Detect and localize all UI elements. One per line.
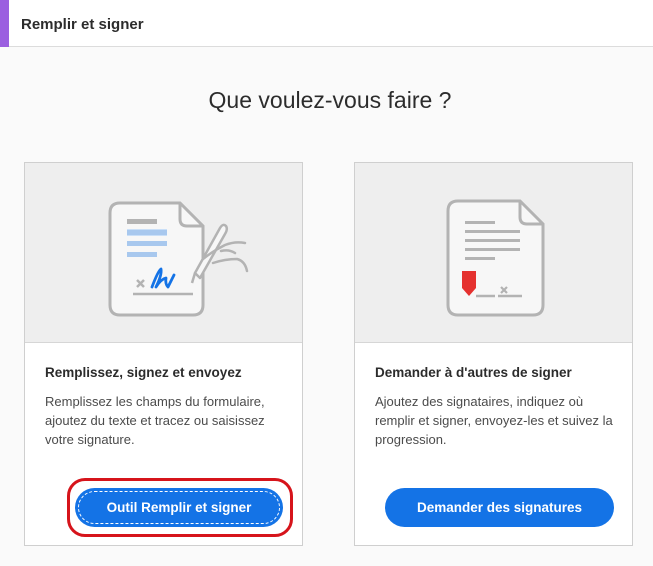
fill-sign-document-icon [108,201,249,317]
header-accent-bar [0,0,9,47]
request-signatures-title: Demander à d'autres de signer [375,365,572,380]
panel-title: Remplir et signer [21,16,144,33]
request-signatures-button[interactable]: Demander des signatures [385,488,614,527]
panel-header: Remplir et signer [0,0,653,47]
fill-sign-tool-button-label: Outil Remplir et signer [106,500,252,515]
request-signatures-description: Ajoutez des signataires, indiquez où rem… [375,394,613,447]
fill-sign-description: Remplissez les champs du formulaire, ajo… [45,394,265,447]
fill-sign-tool-button[interactable]: Outil Remplir et signer [75,488,283,527]
fill-sign-title: Remplissez, signez et envoyez [45,365,242,380]
request-signatures-document-icon [446,199,545,317]
request-signatures-illustration [355,163,632,343]
request-signatures-card: Demander à d'autres de signer Ajoutez de… [354,162,633,546]
page-question: Que voulez-vous faire ? [208,87,452,113]
fill-sign-card: Remplissez, signez et envoyez Remplissez… [24,162,303,546]
request-signatures-button-label: Demander des signatures [416,500,583,515]
fill-sign-illustration [25,163,302,343]
